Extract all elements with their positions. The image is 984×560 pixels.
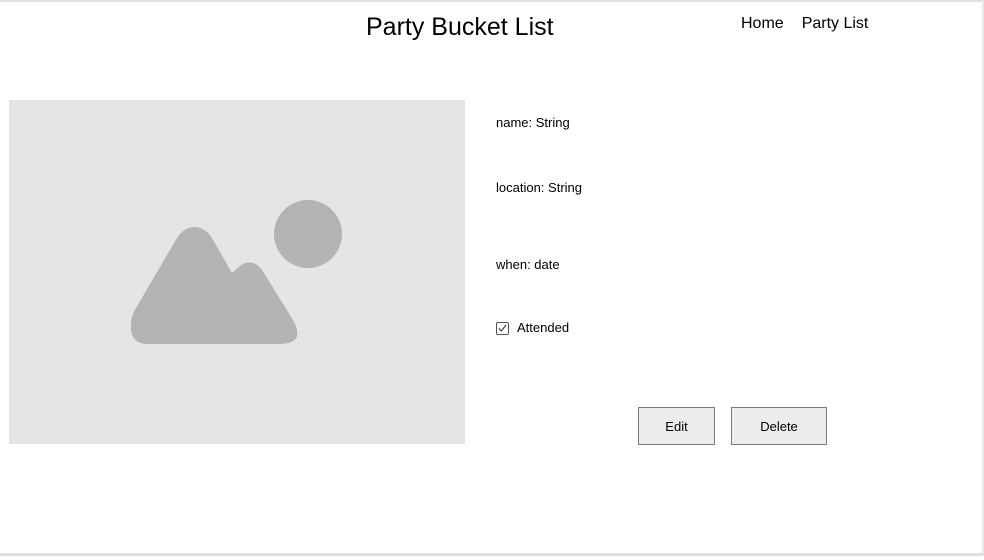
attended-checkbox-row[interactable]: Attended bbox=[496, 320, 569, 336]
nav-link-home[interactable]: Home bbox=[741, 14, 784, 34]
attended-label: Attended bbox=[517, 320, 570, 335]
image-placeholder-icon bbox=[130, 200, 342, 344]
delete-button[interactable]: Delete bbox=[731, 407, 827, 445]
window-top-border bbox=[0, 0, 984, 2]
top-nav: Home Party List bbox=[741, 14, 868, 34]
party-name-field: name: String bbox=[496, 115, 570, 130]
window-bottom-border bbox=[0, 553, 984, 556]
party-location-field: location: String bbox=[496, 180, 582, 195]
page-title: Party Bucket List bbox=[366, 13, 554, 41]
nav-link-party-list[interactable]: Party List bbox=[802, 14, 869, 34]
attended-checkbox[interactable] bbox=[496, 321, 509, 335]
party-when-field: when: date bbox=[496, 257, 560, 272]
edit-button[interactable]: Edit bbox=[638, 407, 715, 445]
party-image bbox=[9, 100, 465, 444]
checkmark-icon bbox=[498, 324, 507, 332]
